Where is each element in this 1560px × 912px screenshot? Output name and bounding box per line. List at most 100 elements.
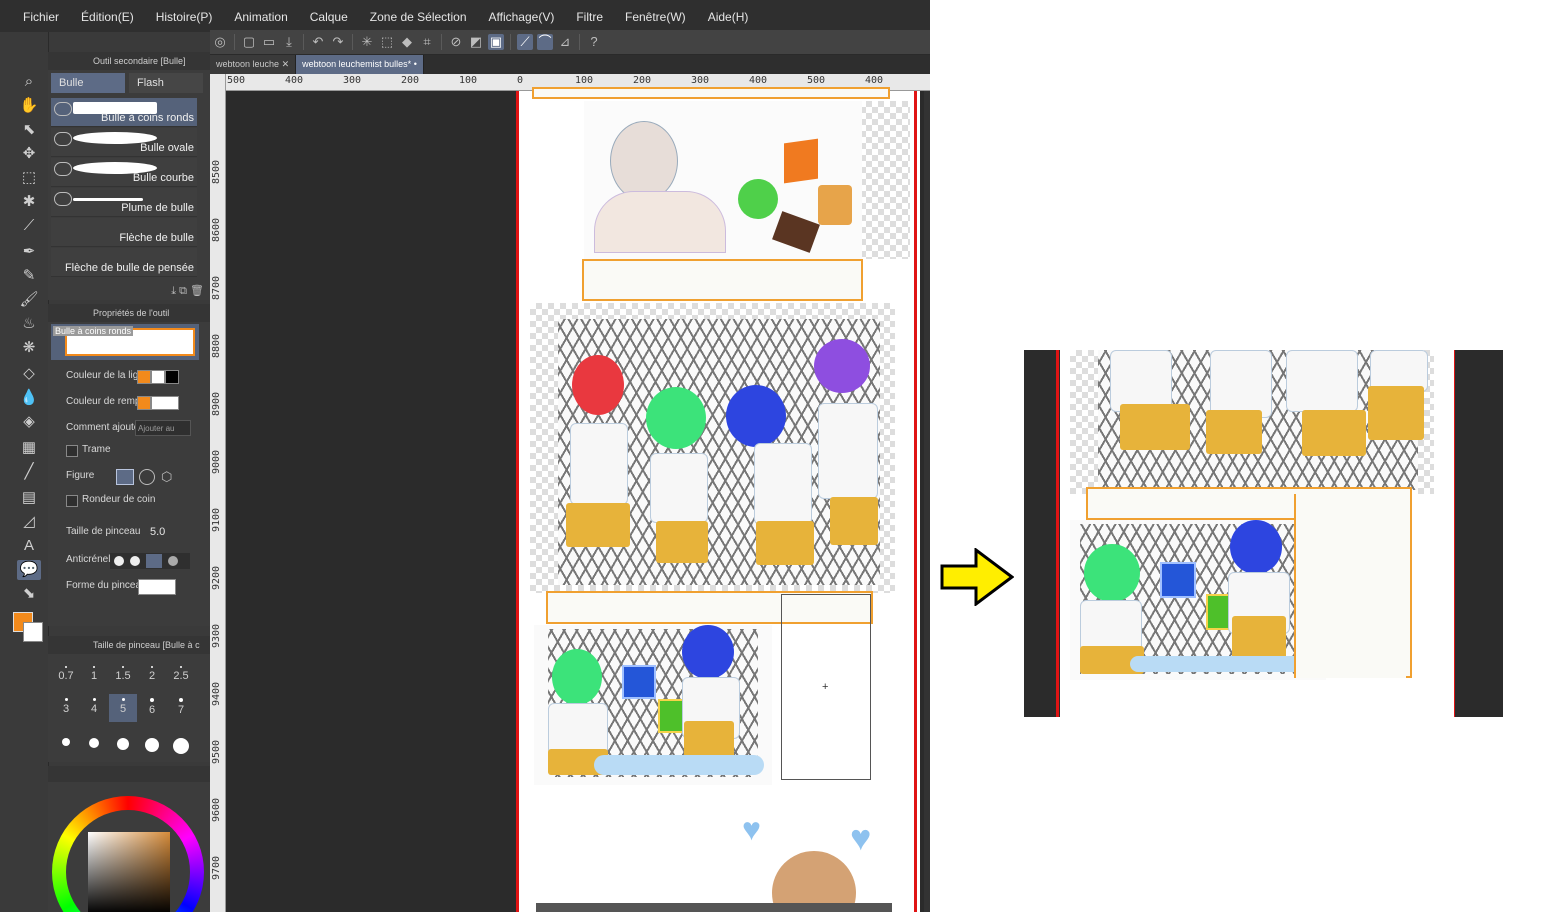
brush-size-preset-selected[interactable]: 5 xyxy=(109,694,137,722)
move-icon[interactable]: ✥ xyxy=(17,144,41,164)
menu-calque[interactable]: Calque xyxy=(299,10,359,32)
subtool-item-bubble-tail[interactable]: Flèche de bulle xyxy=(51,218,197,247)
brush-size-preset[interactable] xyxy=(167,734,195,762)
fill-color-sub[interactable] xyxy=(151,396,179,410)
aa-medium-icon[interactable] xyxy=(146,554,162,568)
sub-color-swatch[interactable] xyxy=(23,622,43,642)
color-panel-tabs[interactable] xyxy=(48,766,210,782)
brush-size-preset[interactable] xyxy=(80,734,108,762)
subtool-item-oval-bubble[interactable]: Bulle ovale xyxy=(51,128,197,157)
selection-border-icon[interactable]: ▣ xyxy=(488,34,504,50)
open-folder-icon[interactable]: ▭ xyxy=(261,34,277,50)
doc-tab-2[interactable]: webtoon leuchemist bulles* • xyxy=(296,55,424,74)
text-icon[interactable]: A xyxy=(17,536,41,556)
subtool-item-curve-bubble[interactable]: Bulle courbe xyxy=(51,158,197,187)
panel-2[interactable] xyxy=(530,303,895,593)
brush-size-preset[interactable]: 4 xyxy=(80,694,108,722)
line-color-main[interactable] xyxy=(137,370,151,384)
blend-icon[interactable]: 💧 xyxy=(17,388,41,408)
menu-animation[interactable]: Animation xyxy=(223,10,298,32)
new-file-icon[interactable]: ▢ xyxy=(241,34,257,50)
aa-weak-icon[interactable] xyxy=(130,556,140,566)
menu-fenetre[interactable]: Fenêtre(W) xyxy=(614,10,697,32)
selection-icon[interactable]: ⬚ xyxy=(17,168,41,188)
menu-aide[interactable]: Aide(H) xyxy=(697,10,760,32)
antialias-options[interactable] xyxy=(110,553,190,569)
panel-3[interactable] xyxy=(534,625,772,785)
subtool-item-bubble-pen[interactable]: Plume de bulle xyxy=(51,188,197,217)
tab-flash[interactable]: Flash xyxy=(129,73,203,93)
transform-icon[interactable]: ⬚ xyxy=(379,34,395,50)
panel-1[interactable] xyxy=(584,101,910,259)
line-color-sub[interactable] xyxy=(151,370,165,384)
doc-tab-1[interactable]: webtoon leuche ✕ xyxy=(210,55,297,74)
menu-edition[interactable]: Édition(E) xyxy=(70,10,145,32)
deselect-icon[interactable]: ⊘ xyxy=(448,34,464,50)
save-icon[interactable]: ⤓ xyxy=(281,34,297,50)
floating-toolbar[interactable] xyxy=(536,903,892,912)
saturation-value-square[interactable] xyxy=(88,832,170,912)
color-wheel[interactable] xyxy=(52,796,204,912)
vertical-scrollbar[interactable] xyxy=(924,91,930,912)
fill-color-main[interactable] xyxy=(137,396,151,410)
airbrush-icon[interactable]: ♨ xyxy=(17,314,41,334)
subtool-actions[interactable]: ⤓ ⧉ 🗑 xyxy=(171,284,204,298)
brush-size-preset[interactable] xyxy=(138,734,166,762)
brush-size-preset[interactable]: 1 xyxy=(80,662,108,690)
brush-size-preset[interactable]: 3 xyxy=(52,694,80,722)
pencil-icon[interactable]: ✎ xyxy=(17,266,41,286)
correct-line-icon[interactable]: ⬊ xyxy=(17,584,41,604)
fill-icon[interactable]: ◆ xyxy=(399,34,415,50)
brush-shape-preview[interactable] xyxy=(138,579,176,595)
polygon-icon[interactable]: ⬡ xyxy=(161,469,172,485)
decoration-icon[interactable]: ❋ xyxy=(17,338,41,358)
eyedropper-icon[interactable]: ⟋ xyxy=(17,216,41,236)
subtool-item-rounded-bubble[interactable]: Bulle à coins ronds xyxy=(51,98,197,127)
menu-histoire[interactable]: Histoire(P) xyxy=(145,10,224,32)
brush-size-preset[interactable]: 7 xyxy=(167,694,195,722)
frame-border-icon[interactable]: ▤ xyxy=(17,488,41,508)
menu-affichage[interactable]: Affichage(V) xyxy=(478,10,566,32)
speech-bubble-frame[interactable] xyxy=(532,87,890,99)
brush-size-preset[interactable] xyxy=(52,734,80,762)
brush-size-preset[interactable]: 2 xyxy=(138,662,166,690)
menu-filtre[interactable]: Filtre xyxy=(565,10,614,32)
menu-selection[interactable]: Zone de Sélection xyxy=(359,10,478,32)
brush-size-value[interactable]: 5.0 xyxy=(150,526,165,538)
help-icon[interactable]: ? xyxy=(586,34,602,50)
subtool-item-thought-tail[interactable]: Flèche de bulle de pensée xyxy=(51,248,197,277)
corner-checkbox[interactable] xyxy=(66,495,78,507)
crop-icon[interactable]: ⌗ xyxy=(419,34,435,50)
gradient-icon[interactable]: ▦ xyxy=(17,438,41,458)
rectangle-icon[interactable] xyxy=(116,469,134,485)
ruler-icon[interactable]: ◿ xyxy=(17,512,41,532)
redo-icon[interactable]: ↷ xyxy=(330,34,346,50)
speech-bubble-frame[interactable] xyxy=(582,259,863,301)
zoom-icon[interactable]: ⌕ xyxy=(17,72,41,92)
aa-strong-icon[interactable] xyxy=(168,556,178,566)
pen-icon[interactable]: ✒ xyxy=(17,242,41,262)
brush-size-preset[interactable]: 1.5 xyxy=(109,662,137,690)
layer-icon[interactable]: ◎ xyxy=(212,34,228,50)
brush-icon[interactable]: 🖌 xyxy=(17,290,41,310)
add-mode-select[interactable]: Ajouter au xyxy=(135,420,191,436)
eraser-icon[interactable]: ◇ xyxy=(17,364,41,384)
hand-icon[interactable]: ✋ xyxy=(17,96,41,116)
snap-ruler-icon[interactable]: ⟋ xyxy=(517,34,533,50)
figure-shape-options[interactable]: ⬡ xyxy=(115,468,187,486)
line-color-user[interactable] xyxy=(165,370,179,384)
close-icon[interactable]: • xyxy=(414,59,417,69)
ellipse-icon[interactable] xyxy=(139,469,155,485)
aa-none-icon[interactable] xyxy=(114,556,124,566)
close-icon[interactable]: ✕ xyxy=(282,59,290,69)
balloon-icon[interactable]: 💬 xyxy=(17,560,41,580)
brush-size-preset[interactable] xyxy=(109,734,137,762)
webtoon-page[interactable]: + ♥ ♥ xyxy=(516,87,920,912)
snap-special-ruler-icon[interactable]: ⌒ xyxy=(537,34,553,50)
invert-selection-icon[interactable]: ◩ xyxy=(468,34,484,50)
brush-size-preset[interactable]: 6 xyxy=(138,694,166,722)
screentone-checkbox[interactable] xyxy=(66,445,78,457)
brush-size-preset[interactable]: 0.7 xyxy=(52,662,80,690)
object-select-icon[interactable]: ⬉ xyxy=(17,120,41,140)
tab-bulle[interactable]: Bulle xyxy=(51,73,125,93)
